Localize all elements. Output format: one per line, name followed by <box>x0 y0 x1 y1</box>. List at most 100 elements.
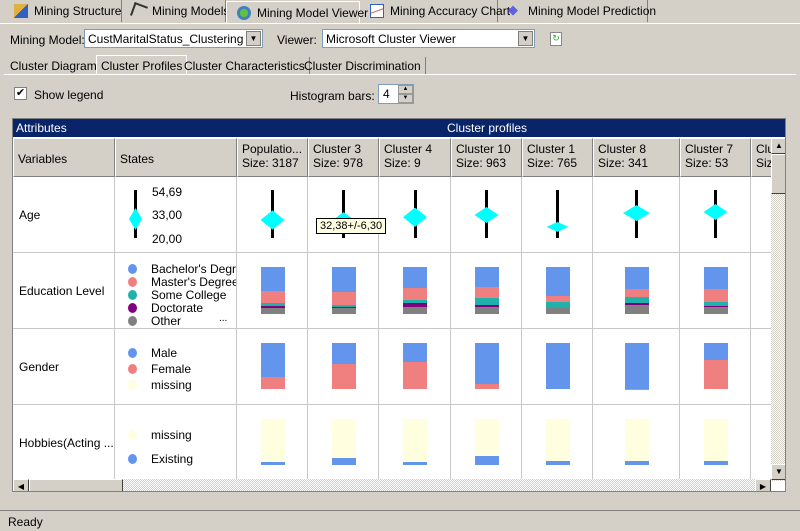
refresh-icon[interactable]: ↻ <box>550 32 562 46</box>
cluster-column-header[interactable]: Cluster 8 Size: 341 <box>593 138 680 177</box>
cluster-size: Size: 765 <box>527 156 578 170</box>
histogram-segment <box>624 304 649 314</box>
horizontal-scrollbar[interactable]: ◀ ▶ <box>13 479 771 491</box>
spin-down-icon[interactable]: ▼ <box>398 94 413 103</box>
cluster-size: Size: 9 <box>384 156 421 170</box>
profile-cell[interactable] <box>308 253 379 329</box>
age-tooltip: 32,38+/-6,30 <box>316 218 387 234</box>
histogram-bar <box>331 267 356 314</box>
legend-label: Some College <box>151 288 227 302</box>
tab-cluster-diagram[interactable]: Cluster Diagram <box>6 57 102 74</box>
mining-structure-icon <box>14 4 28 18</box>
chevron-down-icon[interactable]: ▼ <box>518 31 533 46</box>
age-mean-diamond <box>129 208 142 230</box>
histogram-bars-spinner[interactable]: 4 ▲ ▼ <box>378 84 414 104</box>
variable-education-level[interactable]: Education Level <box>13 253 115 329</box>
viewer-select[interactable]: Microsoft Cluster Viewer ▼ <box>322 29 535 48</box>
histogram-segment <box>703 306 728 314</box>
states-cell: Male Female missing <box>115 329 237 405</box>
tab-mining-model-prediction[interactable]: ◆ Mining Model Prediction <box>498 0 656 22</box>
histogram-segment <box>260 376 285 389</box>
chevron-down-icon[interactable]: ▼ <box>246 31 261 46</box>
cluster-column-header[interactable]: Cluster 4 Size: 9 <box>379 138 451 177</box>
spin-up-icon[interactable]: ▲ <box>398 85 413 94</box>
histogram-segment <box>624 461 649 465</box>
scroll-right-icon[interactable]: ▶ <box>755 479 771 491</box>
profile-cell[interactable] <box>237 405 308 481</box>
cluster-column-header[interactable]: Cluster 1 Size: 765 <box>522 138 593 177</box>
tab-mining-model-viewer[interactable]: Mining Model Viewer <box>226 1 368 23</box>
cluster-size: Size: 963 <box>456 156 507 170</box>
profile-cell[interactable] <box>379 329 451 405</box>
histogram-segment <box>545 343 570 389</box>
vertical-scroll-thumb[interactable] <box>771 154 785 194</box>
show-legend-checkbox[interactable]: ✔ <box>14 87 27 100</box>
tab-mining-structure[interactable]: Mining Structure <box>4 0 122 22</box>
histogram-segment <box>331 343 356 365</box>
histogram-bar <box>545 419 570 465</box>
scroll-down-icon[interactable]: ▼ <box>771 464 785 480</box>
cluster-column-header[interactable]: Cluster 3 Size: 978 <box>308 138 379 177</box>
mining-model-label: Mining Model: <box>10 33 85 47</box>
histogram-segment <box>545 267 570 296</box>
tab-mining-accuracy-chart[interactable]: Mining Accuracy Chart <box>360 0 510 22</box>
states-header[interactable]: States <box>115 138 237 177</box>
tab-mining-models[interactable]: Mining Models <box>122 0 229 22</box>
profile-cell[interactable] <box>593 177 680 253</box>
profile-cell[interactable] <box>522 253 593 329</box>
cluster-column-header[interactable]: Cluster 7 Size: 53 <box>680 138 751 177</box>
histogram-bar <box>260 343 285 389</box>
profile-cell[interactable] <box>593 253 680 329</box>
variable-hobbies[interactable]: Hobbies(Acting ... <box>13 405 115 481</box>
profile-cell[interactable] <box>451 177 522 253</box>
profile-cell[interactable] <box>680 177 751 253</box>
profile-cell[interactable] <box>379 253 451 329</box>
profile-cell[interactable] <box>593 329 680 405</box>
scroll-up-icon[interactable]: ▲ <box>771 138 785 154</box>
histogram-segment <box>403 306 427 314</box>
tab-cluster-characteristics[interactable]: Cluster Characteristics <box>180 57 310 74</box>
legend-label: Existing <box>151 452 194 466</box>
horizontal-scroll-thumb[interactable] <box>29 479 123 491</box>
profile-cell[interactable] <box>237 177 308 253</box>
vertical-scrollbar[interactable]: ▲ ▼ <box>771 138 785 481</box>
profile-cell[interactable] <box>379 405 451 481</box>
legend-swatch <box>128 430 137 440</box>
profile-cell[interactable] <box>451 253 522 329</box>
cluster-column-header[interactable]: Cluster 10 Size: 963 <box>451 138 522 177</box>
variable-age[interactable]: Age <box>13 177 115 253</box>
age-min-label: 20,00 <box>152 232 183 246</box>
variable-gender[interactable]: Gender <box>13 329 115 405</box>
histogram-bar <box>545 343 570 389</box>
profile-cell[interactable] <box>308 177 379 253</box>
profile-cell[interactable] <box>680 405 751 481</box>
cluster-name: Cluster 4 <box>384 142 433 156</box>
attributes-label: Attributes <box>16 121 67 135</box>
scroll-left-icon[interactable]: ◀ <box>13 479 29 491</box>
tab-cluster-profiles[interactable]: Cluster Profiles <box>96 55 188 75</box>
profile-cell[interactable] <box>379 177 451 253</box>
profile-cell[interactable] <box>308 405 379 481</box>
mining-model-select[interactable]: CustMaritalStatus_Clustering ▼ <box>84 29 263 48</box>
legend-label: Other <box>151 314 182 328</box>
profile-cell[interactable] <box>522 405 593 481</box>
cluster-size: Size: 53 <box>685 156 729 170</box>
cluster-column-header[interactable]: Populatio... Size: 3187 <box>237 138 308 177</box>
variables-header[interactable]: Variables <box>13 138 115 177</box>
histogram-segment <box>703 419 728 462</box>
profile-cell[interactable] <box>451 405 522 481</box>
histogram-segment <box>403 462 427 465</box>
profile-cell[interactable] <box>451 329 522 405</box>
profile-cell[interactable] <box>237 329 308 405</box>
profile-cell[interactable] <box>308 329 379 405</box>
tab-cluster-discrimination[interactable]: Cluster Discrimination <box>300 57 426 74</box>
cluster-profiles-grid: Attributes Cluster profiles Variables Sta… <box>12 118 786 492</box>
profile-cell[interactable] <box>522 177 593 253</box>
profile-cell[interactable] <box>237 253 308 329</box>
profile-cell[interactable] <box>680 329 751 405</box>
profile-cell[interactable] <box>593 405 680 481</box>
histogram-segment <box>474 456 499 465</box>
profile-cell[interactable] <box>680 253 751 329</box>
profile-cell[interactable] <box>522 329 593 405</box>
histogram-bar <box>703 419 728 465</box>
